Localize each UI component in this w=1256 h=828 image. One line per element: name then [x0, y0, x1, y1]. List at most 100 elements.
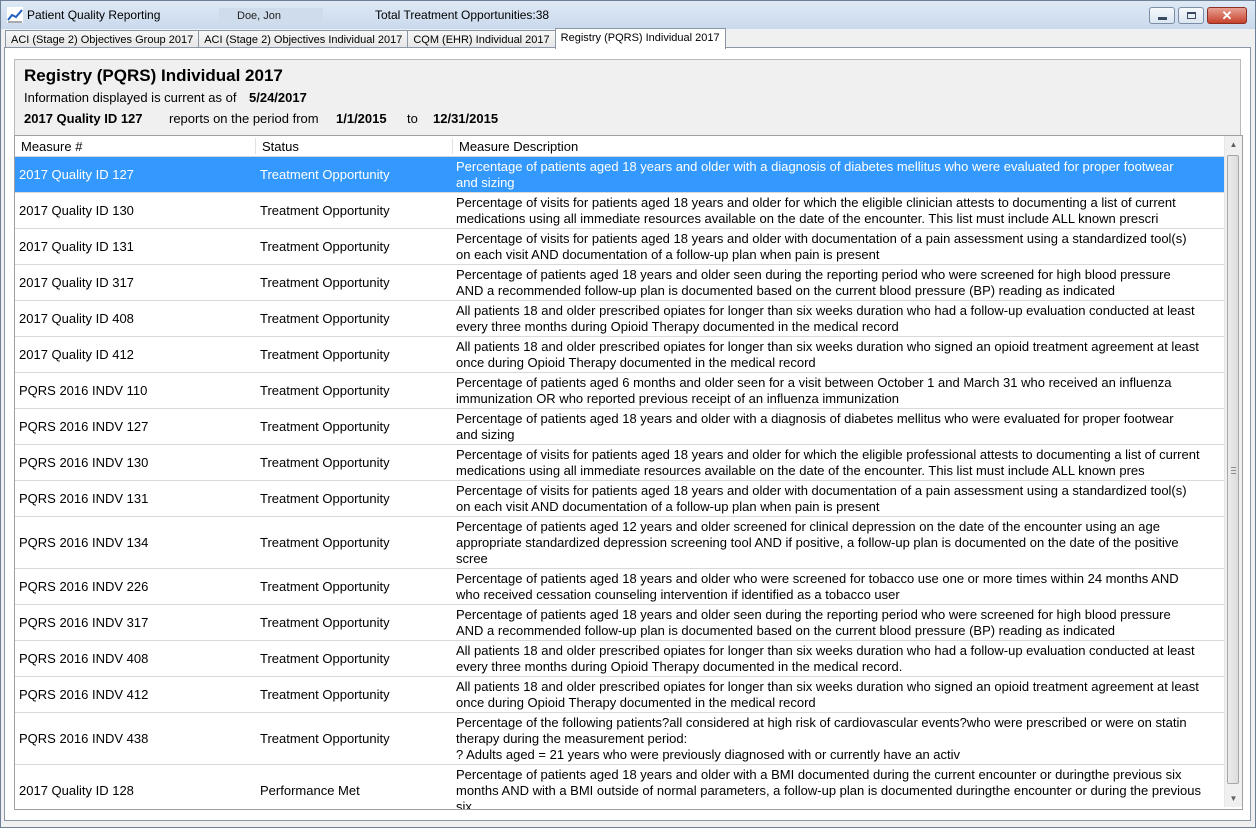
scroll-down-icon[interactable]: ▼ [1225, 790, 1242, 807]
cell-status: Treatment Opportunity [260, 651, 390, 666]
vertical-scrollbar[interactable]: ▲ ▼ [1224, 136, 1242, 807]
table-row[interactable]: PQRS 2016 INDV 131 Treatment Opportunity P… [15, 481, 1224, 517]
description-line: Percentage of patients aged 18 years and… [456, 570, 1179, 586]
table-row[interactable]: PQRS 2016 INDV 412 Treatment Opportunity A… [15, 677, 1224, 713]
column-header-description[interactable]: Measure Description [459, 139, 578, 154]
cell-status: Treatment Opportunity [260, 615, 390, 630]
scrollbar-grip [1231, 467, 1236, 474]
description-line: once during Opioid Therapy documented in… [456, 354, 816, 370]
description-line: Percentage of patients aged 18 years and… [456, 266, 1171, 282]
column-divider[interactable] [452, 138, 453, 154]
table-row[interactable]: PQRS 2016 INDV 130 Treatment Opportunity P… [15, 445, 1224, 481]
cell-description: Percentage of the following patients?all… [456, 713, 1220, 764]
chart-icon [7, 7, 23, 23]
window-title: Patient Quality Reporting [27, 8, 161, 22]
cell-measure: PQRS 2016 INDV 412 [19, 687, 149, 702]
table-row[interactable]: PQRS 2016 INDV 408 Treatment Opportunity A… [15, 641, 1224, 677]
cell-status: Treatment Opportunity [260, 239, 390, 254]
report-title: Registry (PQRS) Individual 2017 [24, 66, 283, 85]
description-line: All patients 18 and older prescribed opi… [456, 642, 1195, 658]
cell-description: Percentage of visits for patients aged 1… [456, 445, 1220, 480]
column-divider[interactable] [255, 138, 256, 154]
table-row[interactable]: PQRS 2016 INDV 127 Treatment Opportunity P… [15, 409, 1224, 445]
table-row[interactable]: PQRS 2016 INDV 438 Treatment Opportunity P… [15, 713, 1224, 765]
table-row[interactable]: PQRS 2016 INDV 110 Treatment Opportunity P… [15, 373, 1224, 409]
cell-measure: PQRS 2016 INDV 127 [19, 419, 149, 434]
description-line: Percentage of patients aged 18 years and… [456, 766, 1182, 782]
close-button[interactable]: ✕ [1207, 7, 1247, 24]
asof-date: 5/24/2017 [249, 90, 307, 105]
selected-measure-id: 2017 Quality ID 127 [24, 111, 143, 126]
table-row[interactable]: PQRS 2016 INDV 226 Treatment Opportunity P… [15, 569, 1224, 605]
asof-label: Information displayed is current as of [24, 90, 237, 105]
table-row[interactable]: 2017 Quality ID 412 Treatment Opportunity… [15, 337, 1224, 373]
cell-measure: PQRS 2016 INDV 134 [19, 535, 149, 550]
scroll-up-icon[interactable]: ▲ [1225, 136, 1242, 153]
app-window: Patient Quality Reporting Doe, Jon Total… [0, 0, 1256, 828]
description-line: once during Opioid Therapy documented in… [456, 694, 816, 710]
cell-description: Percentage of patients aged 18 years and… [456, 265, 1220, 300]
measures-grid[interactable]: Measure # Status Measure Description 201… [14, 135, 1243, 810]
description-line: Percentage of visits for patients aged 1… [456, 446, 1200, 462]
table-row[interactable]: 2017 Quality ID 408 Treatment Opportunity… [15, 301, 1224, 337]
cell-measure: PQRS 2016 INDV 438 [19, 731, 149, 746]
cell-measure: 2017 Quality ID 131 [19, 239, 134, 254]
tab-panel: Registry (PQRS) Individual 2017 Informat… [4, 47, 1251, 821]
minimize-button[interactable] [1149, 7, 1175, 24]
table-row[interactable]: 2017 Quality ID 128 Performance Met Percen… [15, 765, 1224, 809]
cell-status: Treatment Opportunity [260, 579, 390, 594]
description-line: Percentage of patients aged 6 months and… [456, 374, 1172, 390]
cell-status: Treatment Opportunity [260, 731, 390, 746]
cell-measure: PQRS 2016 INDV 317 [19, 615, 149, 630]
patient-name: Doe, Jon [219, 8, 323, 24]
cell-measure: 2017 Quality ID 127 [19, 167, 134, 182]
description-line: every three months during Opioid Therapy… [456, 658, 903, 674]
cell-status: Treatment Opportunity [260, 419, 390, 434]
table-row[interactable]: 2017 Quality ID 127 Treatment Opportunity… [15, 157, 1224, 193]
table-row[interactable]: 2017 Quality ID 317 Treatment Opportunity… [15, 265, 1224, 301]
description-line: scree [456, 550, 488, 566]
cell-description: Percentage of patients aged 18 years and… [456, 605, 1220, 640]
cell-description: All patients 18 and older prescribed opi… [456, 301, 1220, 336]
table-row[interactable]: PQRS 2016 INDV 317 Treatment Opportunity P… [15, 605, 1224, 641]
cell-description: Percentage of patients aged 18 years and… [456, 569, 1220, 604]
tab-strip: ACI (Stage 2) Objectives Group 2017 ACI … [5, 28, 726, 49]
maximize-button[interactable] [1178, 7, 1204, 24]
window-controls: ✕ [1149, 7, 1247, 24]
description-line: Percentage of the following patients?all… [456, 714, 1187, 730]
cell-description: Percentage of patients aged 6 months and… [456, 373, 1220, 408]
description-line: Percentage of visits for patients aged 1… [456, 230, 1187, 246]
description-line: and sizing [456, 426, 515, 442]
cell-measure: 2017 Quality ID 408 [19, 311, 134, 326]
cell-measure: 2017 Quality ID 412 [19, 347, 134, 362]
scrollbar-thumb[interactable] [1227, 155, 1239, 784]
cell-status: Performance Met [260, 783, 360, 798]
cell-measure: 2017 Quality ID 130 [19, 203, 134, 218]
description-line: therapy during the measurement period: [456, 730, 688, 746]
cell-description: All patients 18 and older prescribed opi… [456, 641, 1220, 676]
description-line: medications using all immediate resource… [456, 210, 1159, 226]
description-line: Percentage of patients aged 12 years and… [456, 518, 1160, 534]
table-row[interactable]: PQRS 2016 INDV 134 Treatment Opportunity P… [15, 517, 1224, 569]
cell-description: All patients 18 and older prescribed opi… [456, 337, 1220, 372]
description-line: Percentage of patients aged 18 years and… [456, 158, 1174, 174]
description-line: Percentage of patients aged 18 years and… [456, 410, 1174, 426]
title-bar[interactable]: Patient Quality Reporting Doe, Jon Total… [1, 1, 1255, 29]
description-line: on each visit AND documentation of a fol… [456, 246, 880, 262]
cell-status: Treatment Opportunity [260, 455, 390, 470]
description-line: AND a recommended follow-up plan is docu… [456, 622, 1116, 638]
column-header-status[interactable]: Status [262, 139, 299, 154]
table-row[interactable]: 2017 Quality ID 131 Treatment Opportunity… [15, 229, 1224, 265]
description-line: All patients 18 and older prescribed opi… [456, 678, 1199, 694]
period-label: reports on the period from [169, 111, 319, 126]
period-to-date: 12/31/2015 [433, 111, 499, 126]
column-header-measure[interactable]: Measure # [21, 139, 82, 154]
report-header: Registry (PQRS) Individual 2017 Informat… [14, 59, 1241, 136]
description-line: ? Adults aged = 21 years who were previo… [456, 746, 961, 762]
description-line: All patients 18 and older prescribed opi… [456, 302, 1195, 318]
cell-description: All patients 18 and older prescribed opi… [456, 677, 1220, 712]
cell-description: Percentage of patients aged 18 years and… [456, 157, 1220, 192]
cell-measure: 2017 Quality ID 317 [19, 275, 134, 290]
table-row[interactable]: 2017 Quality ID 130 Treatment Opportunity… [15, 193, 1224, 229]
tab-registry-pqrs-individual[interactable]: Registry (PQRS) Individual 2017 [554, 28, 726, 49]
